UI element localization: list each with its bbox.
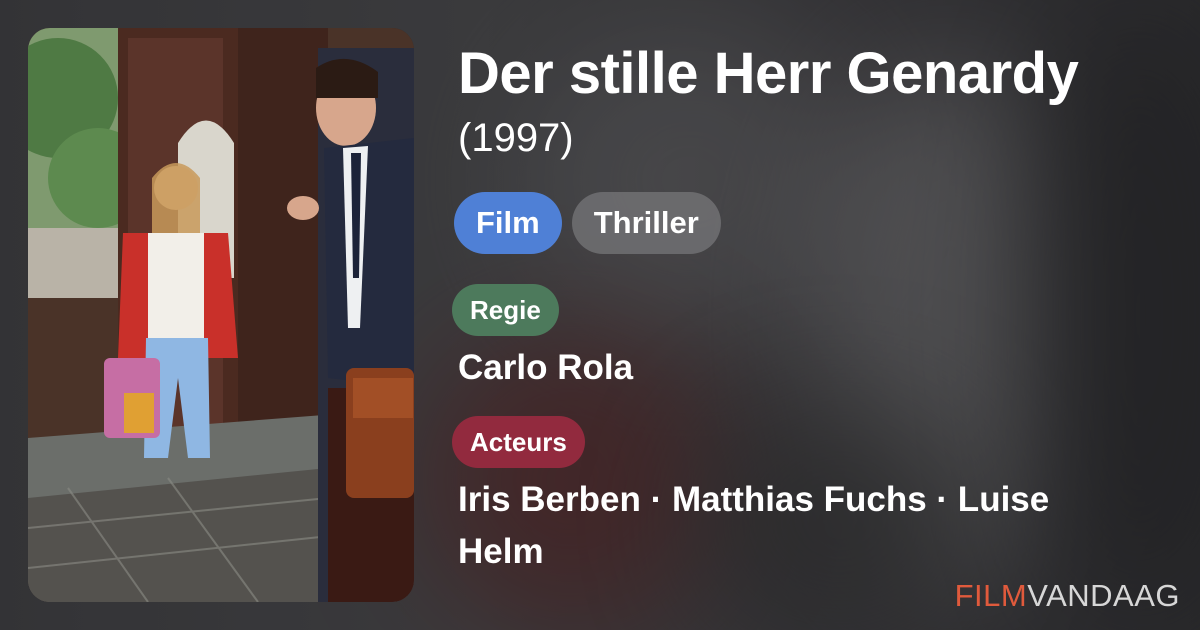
cast-label: Acteurs — [452, 416, 585, 468]
type-chip-film[interactable]: Film — [454, 192, 562, 254]
director-label: Regie — [452, 284, 559, 336]
director-name: Carlo Rola — [458, 348, 634, 387]
movie-poster — [28, 28, 414, 602]
movie-title: Der stille Herr Genardy — [458, 41, 1079, 106]
brand-logo-part-vandaag: VANDAAG — [1027, 578, 1180, 613]
brand-logo-part-film: FILM — [954, 578, 1028, 613]
cast-names: Iris Berben · Matthias Fuchs · Luise Hel… — [458, 480, 1050, 571]
release-year: (1997) — [458, 116, 574, 160]
brand-logo[interactable]: FILMVANDAAG — [955, 578, 1180, 614]
movie-info: Der stille Herr Genardy (1997) Film Thri… — [452, 40, 1178, 578]
movie-still-image — [28, 28, 414, 602]
tag-chips: Film Thriller — [454, 192, 1178, 254]
genre-chip-thriller[interactable]: Thriller — [571, 192, 721, 254]
